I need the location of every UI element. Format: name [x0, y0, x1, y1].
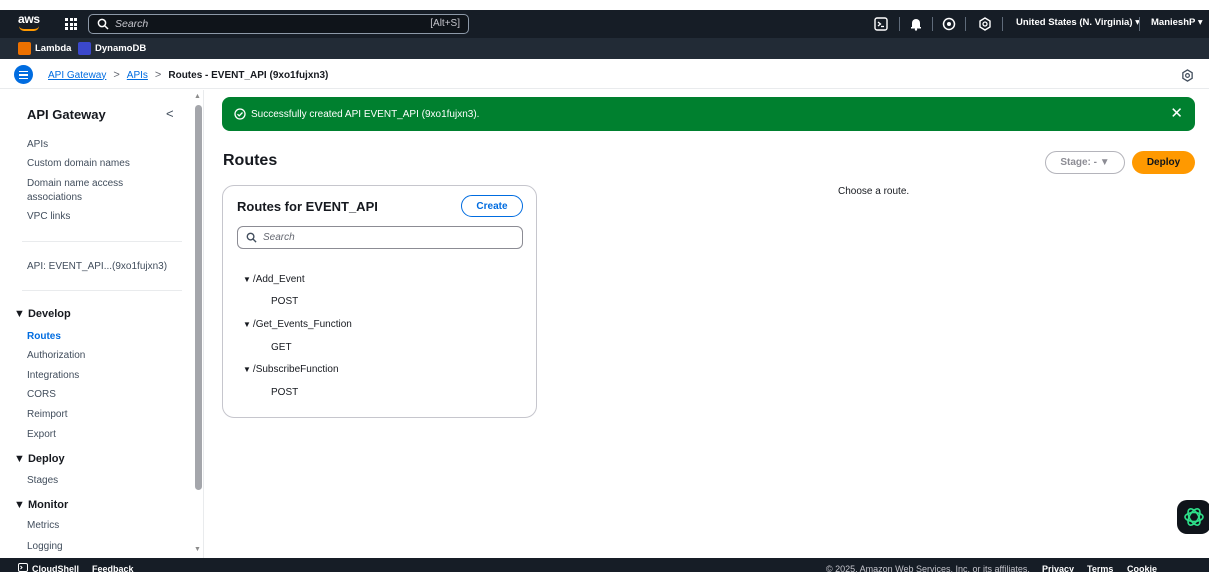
hamburger-menu-icon[interactable]	[14, 65, 33, 84]
favorite-dynamodb[interactable]: DynamoDB	[78, 42, 146, 55]
breadcrumb-api-gateway[interactable]: API Gateway	[48, 70, 106, 81]
breadcrumb-apis[interactable]: APIs	[127, 70, 148, 81]
caret-down-icon: ▼	[243, 275, 251, 284]
sidebar-item-logging[interactable]: Logging	[27, 540, 63, 553]
cloudshell-icon[interactable]	[874, 17, 888, 31]
sidebar-divider	[22, 290, 182, 291]
create-route-button[interactable]: Create	[461, 195, 523, 217]
route-method-item[interactable]: POST	[271, 296, 298, 307]
route-search[interactable]	[237, 226, 523, 249]
sidebar-scrollbar[interactable]	[195, 105, 202, 490]
routes-panel: Routes for EVENT_API Create ▼/Add_Event …	[222, 185, 537, 418]
caret-down-icon: ▼	[243, 365, 251, 374]
side-navigation: API Gateway < APIs Custom domain names D…	[0, 90, 204, 558]
ai-assistant-icon	[1184, 508, 1204, 526]
sidebar-item-domain-name-access-associations[interactable]: associations	[27, 191, 82, 204]
sidebar-item-stages[interactable]: Stages	[27, 474, 58, 487]
route-method-item[interactable]: POST	[271, 387, 298, 398]
breadcrumb-bar: API Gateway > APIs > Routes - EVENT_API …	[0, 62, 1209, 89]
global-search-input[interactable]	[115, 18, 395, 30]
aws-logo[interactable]: aws	[18, 13, 40, 25]
gear-icon[interactable]	[978, 17, 992, 31]
search-shortcut-hint: [Alt+S]	[430, 18, 460, 29]
stage-select[interactable]: Stage: - ▼	[1045, 151, 1125, 174]
breadcrumb-current: Routes - EVENT_API (9xo1fujxn3)	[168, 69, 329, 81]
sidebar-item-integrations[interactable]: Integrations	[27, 369, 79, 382]
sidebar-section-monitor[interactable]: ▼ Monitor	[14, 499, 68, 511]
routes-panel-title: Routes for EVENT_API	[237, 199, 378, 214]
search-icon	[246, 232, 257, 243]
lambda-icon	[18, 42, 31, 55]
sidebar-section-deploy[interactable]: ▼ Deploy	[14, 453, 65, 465]
search-icon	[97, 18, 109, 30]
divider	[932, 17, 933, 31]
flash-message: Successfully created API EVENT_API (9xo1…	[251, 108, 480, 120]
footer-bar: CloudShell Feedback © 2025, Amazon Web S…	[0, 558, 1209, 584]
favorite-lambda[interactable]: Lambda	[18, 42, 71, 55]
divider	[965, 17, 966, 31]
favorite-label: DynamoDB	[95, 43, 147, 54]
page-title: Routes	[223, 152, 278, 169]
check-circle-icon	[234, 108, 246, 120]
sidebar-title: API Gateway	[27, 107, 106, 122]
footer-cloudshell-link[interactable]: CloudShell	[32, 564, 79, 574]
deploy-button[interactable]: Deploy	[1132, 151, 1195, 174]
sidebar-item-authorization[interactable]: Authorization	[27, 349, 85, 362]
chevron-right-icon: >	[113, 69, 120, 81]
settings-icon[interactable]	[1181, 69, 1194, 82]
sidebar-item-domain-name-access[interactable]: Domain name access	[27, 177, 123, 190]
help-icon[interactable]	[942, 17, 956, 31]
sidebar-item-metrics[interactable]: Metrics	[27, 519, 59, 532]
divider	[1002, 17, 1003, 31]
sidebar-divider	[22, 241, 182, 242]
footer-copyright: © 2025, Amazon Web Services, Inc. or its…	[826, 564, 1030, 574]
sidebar-api-label[interactable]: API: EVENT_API...(9xo1fujxn3)	[27, 260, 167, 273]
top-navigation-bar: aws [Alt+S] United States (N. Virginia) …	[0, 10, 1209, 38]
global-search[interactable]: [Alt+S]	[88, 14, 469, 34]
breadcrumb: API Gateway > APIs > Routes - EVENT_API …	[48, 69, 328, 81]
footer-terms-link[interactable]: Terms	[1087, 564, 1113, 574]
sidebar-item-vpc-links[interactable]: VPC links	[27, 210, 70, 223]
sidebar-item-cors[interactable]: CORS	[27, 388, 56, 401]
sidebar-item-export[interactable]: Export	[27, 428, 56, 441]
aws-logo-smile	[19, 26, 39, 31]
sidebar-section-develop[interactable]: ▼ Develop	[14, 308, 71, 320]
route-search-input[interactable]	[263, 232, 503, 243]
caret-down-icon: ▼	[243, 320, 251, 329]
footer-cookie-preferences-link[interactable]: Cookie preferences	[1127, 564, 1209, 584]
divider	[1139, 17, 1140, 31]
scroll-up-arrow-icon[interactable]: ▲	[194, 93, 201, 100]
account-menu[interactable]: ManieshP ▾	[1151, 17, 1203, 28]
assistant-button[interactable]	[1177, 500, 1209, 534]
favorites-bar: Lambda DynamoDB	[0, 38, 1209, 59]
collapse-sidebar-icon[interactable]: <	[166, 106, 174, 121]
region-selector[interactable]: United States (N. Virginia) ▾	[1016, 17, 1140, 28]
route-group-add-event[interactable]: ▼/Add_Event	[243, 274, 305, 285]
bell-icon[interactable]	[909, 17, 923, 31]
footer-privacy-link[interactable]: Privacy	[1042, 564, 1074, 574]
close-icon[interactable]: ✕	[1170, 106, 1183, 121]
scroll-down-arrow-icon[interactable]: ▼	[194, 546, 201, 553]
sidebar-item-apis[interactable]: APIs	[27, 138, 48, 151]
dynamodb-icon	[78, 42, 91, 55]
chevron-right-icon: >	[154, 69, 162, 81]
route-group-get-events-function[interactable]: ▼/Get_Events_Function	[243, 319, 352, 330]
footer-feedback-link[interactable]: Feedback	[92, 564, 134, 574]
route-group-subscribe-function[interactable]: ▼/SubscribeFunction	[243, 364, 339, 375]
route-method-item[interactable]: GET	[271, 342, 292, 353]
favorite-label: Lambda	[35, 43, 72, 54]
sidebar-item-reimport[interactable]: Reimport	[27, 408, 68, 421]
success-flash-banner: Successfully created API EVENT_API (9xo1…	[222, 97, 1195, 131]
sidebar-item-custom-domain-names[interactable]: Custom domain names	[27, 157, 130, 170]
route-detail-empty-text: Choose a route.	[838, 186, 910, 197]
sidebar-item-routes[interactable]: Routes	[27, 330, 61, 343]
services-grid-icon[interactable]	[65, 18, 77, 30]
divider	[899, 17, 900, 31]
cloudshell-icon	[18, 563, 28, 572]
